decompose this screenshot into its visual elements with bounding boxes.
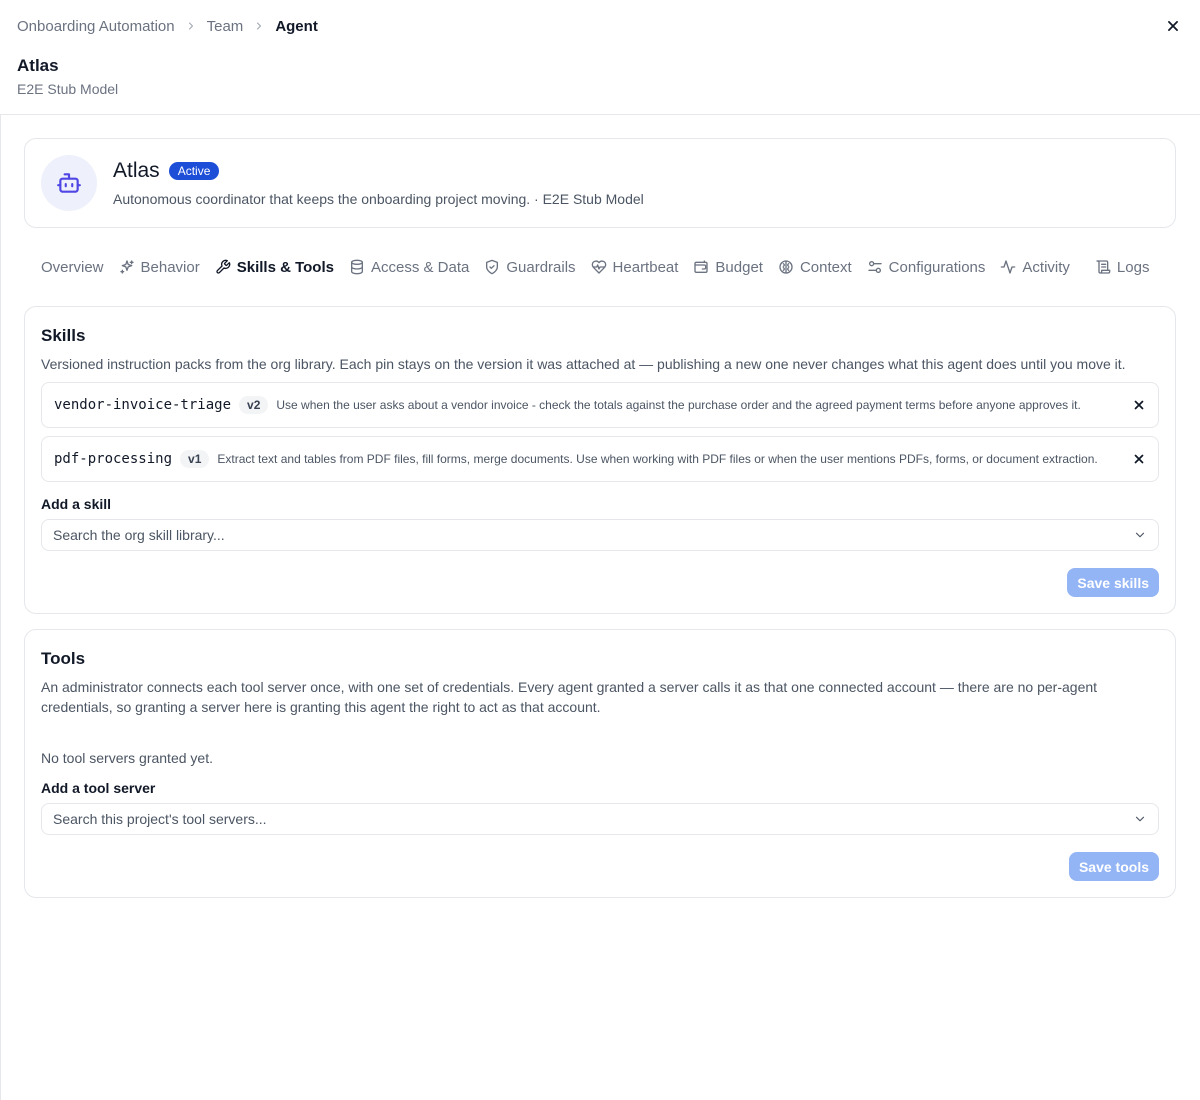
skill-search-placeholder: Search the org skill library... [53,527,225,543]
page-subtitle: E2E Stub Model [17,81,119,97]
tab-configurations[interactable]: Configurations [867,258,986,276]
agent-description: Autonomous coordinator that keeps the on… [113,191,644,207]
tab-overview[interactable]: Overview [41,259,104,276]
agent-name: Atlas [113,159,160,182]
tab-label: Overview [41,258,104,276]
tab-label: Configurations [888,258,986,276]
chevron-right-icon [253,20,265,32]
chevron-down-icon [1135,532,1145,538]
tab-bar: Overview Behavior Skills & Tools Access … [0,228,1200,306]
tab-logs[interactable]: Logs [1095,258,1150,276]
panel-header: Onboarding Automation Team Agent Atlas E… [0,0,1200,115]
tab-label: Skills & Tools [236,258,334,276]
tool-server-search-placeholder: Search this project's tool servers... [53,811,267,827]
tab-budget[interactable]: Budget [693,259,763,276]
close-icon [1134,400,1144,410]
close-button[interactable] [1164,17,1182,35]
add-tool-server-label: Add a tool server [41,780,156,796]
version-badge: v1 [180,450,210,468]
tab-label: Context [799,258,852,276]
tools-empty-state: No tool servers granted yet. [41,750,213,766]
tab-label: Heartbeat [612,258,679,276]
save-tools-button[interactable]: Save tools [1068,852,1159,881]
tab-behavior[interactable]: Behavior [119,259,200,276]
tools-title: Tools [41,649,86,668]
tab-guardrails[interactable]: Guardrails [484,258,576,276]
tab-label: Behavior [140,258,200,276]
tab-access-data[interactable]: Access & Data [349,259,469,276]
skills-title: Skills [41,326,86,345]
tab-label: Access & Data [370,258,470,276]
panel-left-border [0,114,1,1100]
chevron-down-icon [1135,816,1145,822]
tab-label: Logs [1116,258,1150,276]
skills-description: Versioned instruction packs from the org… [41,356,1126,372]
breadcrumb-item-project[interactable]: Onboarding Automation [17,18,175,35]
tab-heartbeat[interactable]: Heartbeat [591,258,679,276]
agent-summary-card: Atlas Active Autonomous coordinator that… [24,138,1176,228]
scroll-icon [1096,260,1111,274]
tab-context[interactable]: Context [778,259,852,276]
tab-label: Budget [715,258,763,276]
add-skill-label: Add a skill [41,496,112,512]
skill-description: Use when the user asks about a vendor in… [276,398,1081,412]
heart-pulse-icon [591,260,606,274]
database-icon [350,259,363,275]
status-badge: Active [168,162,220,180]
tab-label: Activity [1022,258,1070,276]
tools-section: Tools An administrator connects each too… [24,629,1176,898]
shield-check-icon [486,259,499,275]
brain-icon [779,260,793,274]
tab-activity[interactable]: Activity [1000,259,1070,276]
tools-description: An administrator connects each tool serv… [41,679,1098,715]
wrench-icon [216,259,231,274]
breadcrumb: Onboarding Automation Team Agent [17,0,1183,52]
save-skills-button[interactable]: Save skills [1067,568,1159,597]
skill-name: pdf-processing [54,451,173,467]
avatar [41,155,97,211]
close-icon [1168,21,1178,31]
skill-name: vendor-invoice-triage [54,397,232,413]
bot-icon [57,173,81,193]
list-item: pdf-processing v1 Extract text and table… [41,436,1159,482]
sparkles-icon [119,260,134,274]
tool-server-search-select[interactable]: Search this project's tool servers... [41,803,1159,835]
chevron-right-icon [185,20,197,32]
sliders-icon [868,261,882,273]
activity-icon [1001,260,1016,274]
remove-skill-button[interactable] [1132,398,1146,412]
breadcrumb-item-team[interactable]: Team [207,18,244,35]
remove-skill-button[interactable] [1132,452,1146,466]
close-icon [1134,454,1144,464]
skills-section: Skills Versioned instruction packs from … [24,306,1176,614]
skill-search-select[interactable]: Search the org skill library... [41,519,1159,551]
tab-label: Guardrails [506,258,576,276]
skill-description: Extract text and tables from PDF files, … [217,452,1098,466]
page-title: Atlas [17,56,59,75]
tab-skills-tools[interactable]: Skills & Tools [215,259,334,276]
version-badge: v2 [239,396,269,414]
list-item: vendor-invoice-triage v2 Use when the us… [41,382,1159,428]
breadcrumb-item-current: Agent [275,17,318,35]
wallet-icon [694,260,709,273]
